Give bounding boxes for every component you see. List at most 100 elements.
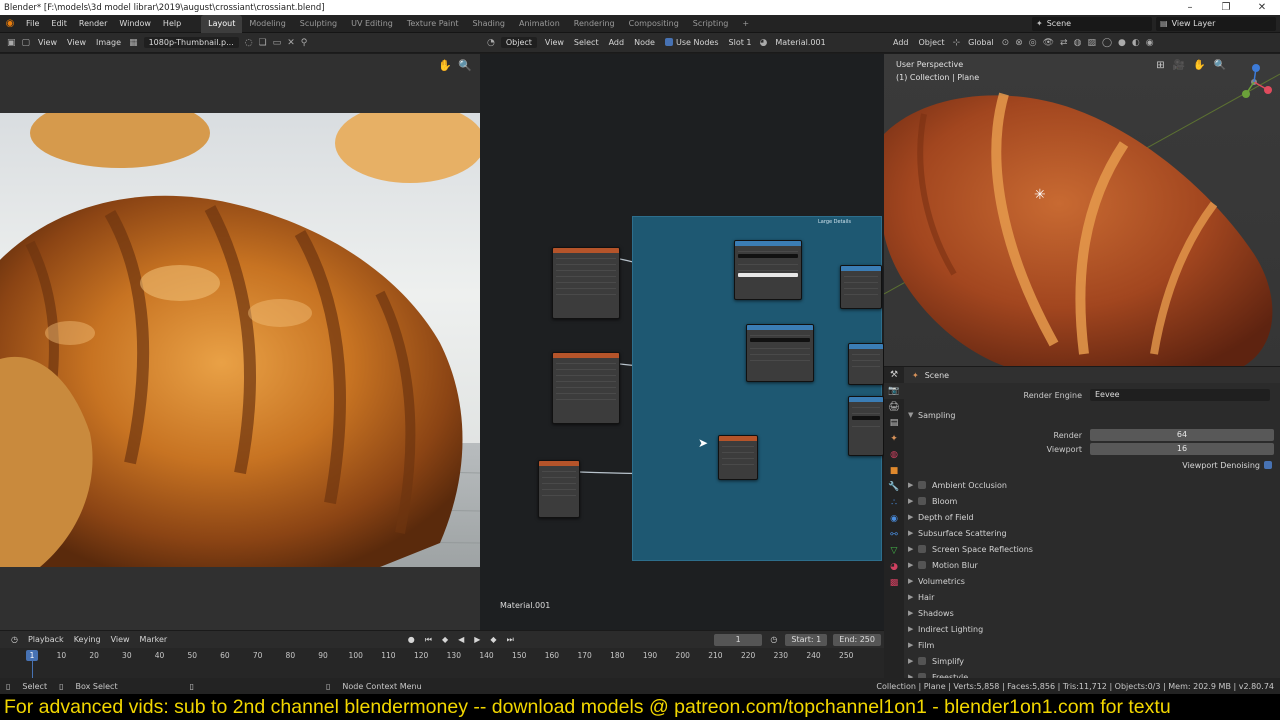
render-engine-dropdown[interactable]: Eevee xyxy=(1090,389,1270,401)
section-checkbox[interactable] xyxy=(918,497,926,505)
particles-icon[interactable]: ∴ xyxy=(884,495,904,511)
shading-material-icon[interactable]: ◐ xyxy=(1129,38,1143,48)
timeline-menu-marker[interactable]: Marker xyxy=(135,635,173,644)
snap-icon[interactable]: ⊗ xyxy=(1012,38,1026,48)
data-icon[interactable]: ▽ xyxy=(884,543,904,559)
overlay-icon[interactable]: ◍ xyxy=(1071,38,1085,48)
material-icon[interactable]: ◕ xyxy=(884,559,904,575)
shading-solid-icon[interactable]: ● xyxy=(1115,38,1129,48)
image-texture-node[interactable] xyxy=(552,247,620,319)
section-checkbox[interactable] xyxy=(918,481,926,489)
grid-view-icon[interactable]: ⊞ xyxy=(1156,60,1164,71)
noise-texture-node[interactable] xyxy=(718,435,758,480)
tab-layout[interactable]: Layout xyxy=(201,14,243,33)
texture-coordinate-node[interactable] xyxy=(538,460,580,518)
menu-window[interactable]: Window xyxy=(113,19,157,28)
properties-section[interactable]: ▶ Depth of Field xyxy=(908,509,1280,525)
bump-node[interactable] xyxy=(848,396,884,456)
object-icon[interactable]: ■ xyxy=(884,463,904,479)
image-menu-view-2[interactable]: View xyxy=(62,38,91,47)
next-keyframe-icon[interactable]: ◆ xyxy=(485,635,501,644)
properties-section[interactable]: ▶ Film xyxy=(908,637,1280,653)
properties-section[interactable]: ▶ Screen Space Reflections xyxy=(908,541,1280,557)
node-editor-type-icon[interactable]: ◔ xyxy=(484,38,498,48)
duplicate-image-icon[interactable]: ❏ xyxy=(256,38,270,48)
shading-wireframe-icon[interactable]: ◯ xyxy=(1099,38,1115,48)
properties-section[interactable]: ▶ Hair xyxy=(908,589,1280,605)
color-ramp-node-2[interactable] xyxy=(746,324,814,382)
texture-icon[interactable]: ▩ xyxy=(884,575,904,591)
image-editor[interactable]: ✋ 🔍 xyxy=(0,54,480,630)
tab-modeling[interactable]: Modeling xyxy=(242,15,292,33)
tab-compositing[interactable]: Compositing xyxy=(622,15,686,33)
frame-cursor[interactable]: 1 xyxy=(26,650,38,661)
camera-view-icon[interactable]: 🎥 xyxy=(1173,60,1185,71)
menu-help[interactable]: Help xyxy=(157,19,187,28)
timer-icon[interactable]: ◷ xyxy=(765,635,782,644)
start-frame-field[interactable]: Start: 1 xyxy=(785,633,828,646)
properties-section[interactable]: ▶ Ambient Occlusion xyxy=(908,477,1280,493)
tool-icon[interactable]: ⚒ xyxy=(884,367,904,383)
constraint-icon[interactable]: ⚯ xyxy=(884,527,904,543)
image-name-field[interactable]: 1080p-Thumbnail.p... xyxy=(143,37,239,48)
properties-section[interactable]: ▶ Indirect Lighting xyxy=(908,621,1280,637)
tab-rendering[interactable]: Rendering xyxy=(567,15,622,33)
image-menu-view[interactable]: View xyxy=(33,38,62,47)
view-layer-icon[interactable]: ▤ xyxy=(884,415,904,431)
image-menu-image[interactable]: Image xyxy=(91,38,126,47)
record-icon[interactable]: ● xyxy=(403,635,420,644)
timeline-ruler[interactable]: 1 10 20 30 40 50 60 70 80 90 100 110 120 130 140 150 16… xyxy=(0,648,884,678)
sampling-section[interactable]: ▼ Sampling xyxy=(908,407,1280,423)
node-menu-view[interactable]: View xyxy=(540,38,569,47)
render-icon[interactable]: 📷 xyxy=(884,383,904,399)
node-menu-select[interactable]: Select xyxy=(569,38,604,47)
open-image-icon[interactable]: ▭ xyxy=(270,38,285,48)
tab-scripting[interactable]: Scripting xyxy=(686,15,736,33)
render-samples-field[interactable]: 64 xyxy=(1090,429,1274,441)
color-ramp-node[interactable] xyxy=(734,240,802,300)
jump-end-icon[interactable]: ⏭ xyxy=(502,635,519,645)
close-button[interactable]: ✕ xyxy=(1244,2,1280,13)
properties-section[interactable]: ▶ Motion Blur xyxy=(908,557,1280,573)
mix-node[interactable] xyxy=(848,343,884,385)
math-node[interactable] xyxy=(840,265,882,309)
gizmo-icon[interactable]: ⇄ xyxy=(1057,38,1071,48)
play-icon[interactable]: ▶ xyxy=(469,635,485,644)
zoom-icon[interactable]: 🔍 xyxy=(1214,60,1226,71)
shading-rendered-icon[interactable]: ◉ xyxy=(1143,38,1157,48)
material-name-field[interactable]: Material.001 xyxy=(770,38,830,47)
xray-icon[interactable]: ▨ xyxy=(1084,38,1099,48)
view-mode-icon[interactable]: ▢ xyxy=(19,38,34,48)
properties-section[interactable]: ▶ Subsurface Scattering xyxy=(908,525,1280,541)
scene-icon[interactable]: ✦ xyxy=(884,431,904,447)
properties-section[interactable]: ▶ Bloom xyxy=(908,493,1280,509)
tab-texture-paint[interactable]: Texture Paint xyxy=(400,15,466,33)
physics-icon[interactable]: ◉ xyxy=(884,511,904,527)
fake-user-icon[interactable]: ◌ xyxy=(242,38,256,48)
node-menu-add[interactable]: Add xyxy=(604,38,630,47)
output-icon[interactable]: 🖨 xyxy=(884,399,904,415)
image-texture-node-2[interactable] xyxy=(552,352,620,424)
section-checkbox[interactable] xyxy=(918,657,926,665)
menu-file[interactable]: File xyxy=(20,19,45,28)
properties-section[interactable]: ▶ Volumetrics xyxy=(908,573,1280,589)
editor-type-icon[interactable]: ▣ xyxy=(4,38,19,48)
timeline-menu-playback[interactable]: Playback xyxy=(23,635,69,644)
pin-icon[interactable]: ⚲ xyxy=(298,38,311,48)
play-reverse-icon[interactable]: ◀ xyxy=(453,635,469,644)
end-frame-field[interactable]: End: 250 xyxy=(833,633,881,646)
world-icon[interactable]: ◍ xyxy=(884,447,904,463)
unlink-image-icon[interactable]: ✕ xyxy=(284,38,298,48)
hand-pan-icon[interactable]: ✋ xyxy=(438,59,452,72)
use-nodes-toggle[interactable]: Use Nodes xyxy=(660,38,724,47)
tab-shading[interactable]: Shading xyxy=(465,15,512,33)
section-checkbox[interactable] xyxy=(918,561,926,569)
blender-logo-icon[interactable]: ◉ xyxy=(0,18,20,29)
node-menu-node[interactable]: Node xyxy=(629,38,660,47)
timeline-editor-icon[interactable]: ◷ xyxy=(6,635,23,644)
menu-edit[interactable]: Edit xyxy=(45,19,73,28)
scene-selector[interactable]: ✦ Scene xyxy=(1032,16,1152,31)
node-editor[interactable]: Large Details ➤ Material.001 xyxy=(480,54,884,630)
viewport-menu-object[interactable]: Object xyxy=(914,38,950,47)
viewport-menu-add[interactable]: Add xyxy=(888,38,914,47)
